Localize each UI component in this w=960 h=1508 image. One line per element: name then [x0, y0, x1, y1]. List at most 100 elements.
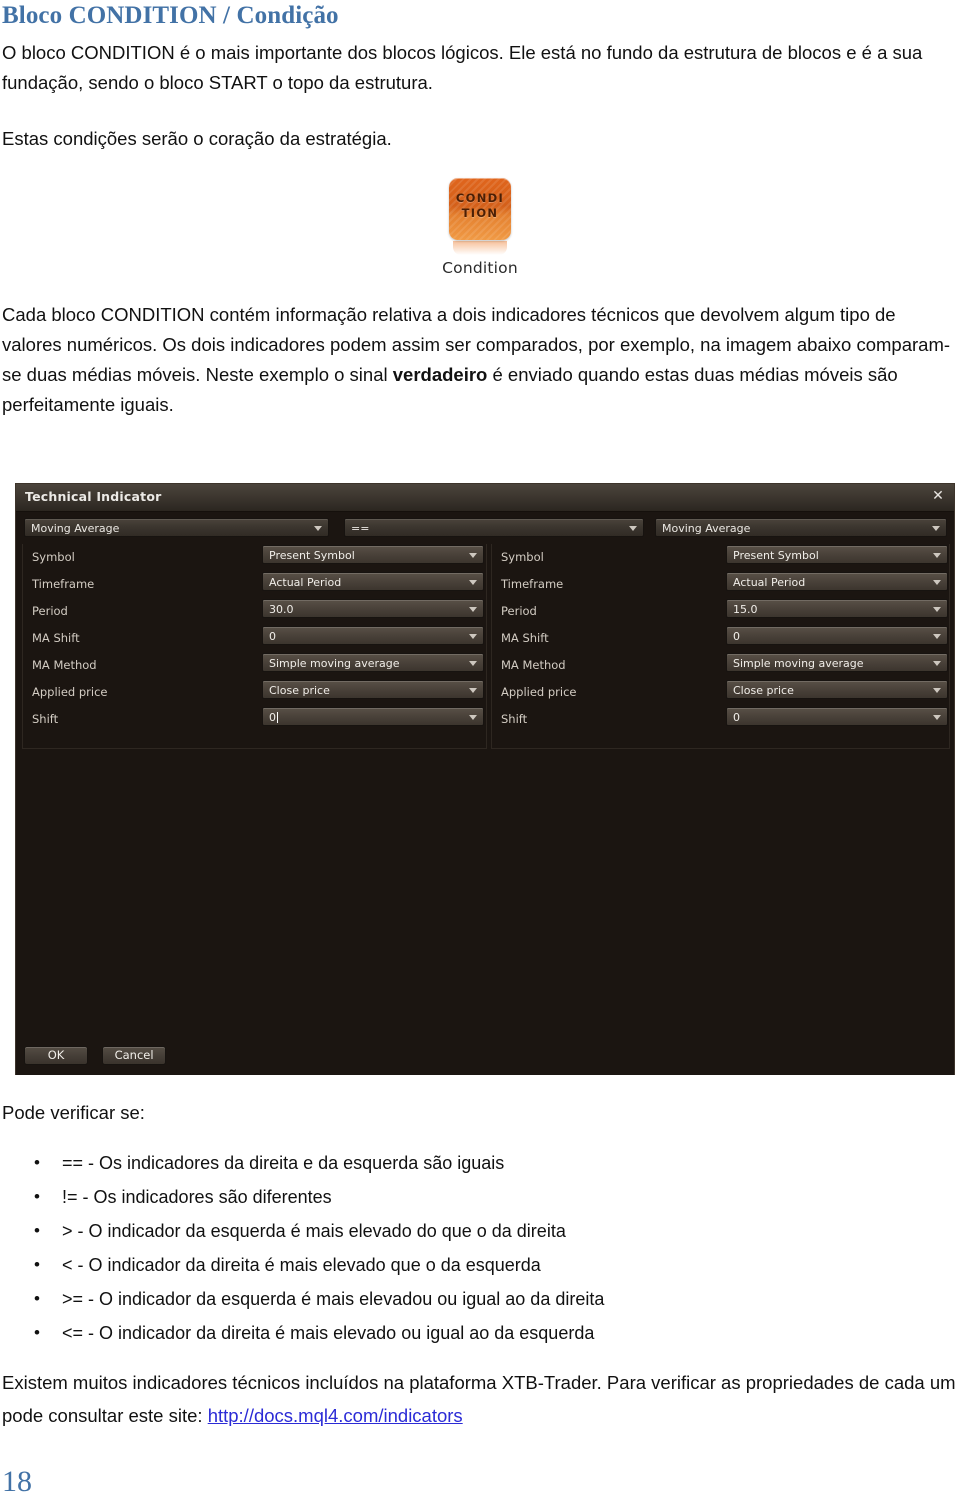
left-timeframe-value: Actual Period	[269, 576, 342, 589]
param-label-shift: Shift	[32, 712, 59, 726]
right-ma-shift-value: 0	[733, 630, 740, 643]
right-symbol-value: Present Symbol	[733, 549, 819, 562]
text-cursor	[277, 712, 278, 723]
operators-list: == - Os indicadores da direita e da esqu…	[0, 1146, 960, 1350]
param-label-shift: Shift	[501, 712, 528, 726]
param-label-timeframe: Timeframe	[32, 577, 95, 591]
param-label-ma-method: MA Method	[501, 658, 566, 672]
left-shift-input[interactable]: 0	[262, 707, 484, 726]
explanation-bold-word: verdadeiro	[392, 364, 488, 385]
param-label-symbol: Symbol	[32, 550, 75, 564]
list-item: > - O indicador da esquerda é mais eleva…	[34, 1214, 960, 1248]
right-indicator-value: Moving Average	[662, 522, 751, 535]
param-row: Timeframe Actual Period	[24, 571, 486, 598]
left-timeframe-select[interactable]: Actual Period	[262, 572, 484, 591]
right-shift-value: 0	[733, 711, 740, 724]
closing-paragraph: Existem muitos indicadores técnicos incl…	[0, 1366, 960, 1432]
panel-divider	[486, 544, 487, 749]
left-indicator-parameters: Symbol Present Symbol Timeframe Actual P…	[24, 544, 486, 749]
param-row: MA Shift 0	[24, 625, 486, 652]
param-label-applied-price: Applied price	[501, 685, 577, 699]
cancel-button[interactable]: Cancel	[102, 1046, 167, 1065]
param-label-period: Period	[32, 604, 68, 618]
page-number: 18	[2, 1465, 32, 1498]
list-item: != - Os indicadores são diferentes	[34, 1180, 960, 1214]
param-label-symbol: Symbol	[501, 550, 544, 564]
intro-paragraph: O bloco CONDITION é o mais importante do…	[2, 42, 923, 93]
chevron-down-icon	[932, 526, 940, 531]
dialog-titlebar: Technical Indicator ✕	[16, 484, 954, 512]
chevron-down-icon	[469, 607, 477, 612]
param-row: Shift 0	[24, 706, 486, 733]
right-ma-method-value: Simple moving average	[733, 657, 864, 670]
condition-block-figure: CONDI TION Condition	[0, 178, 960, 278]
param-label-period: Period	[501, 604, 537, 618]
left-shift-value: 0	[269, 711, 278, 724]
right-ma-method-select[interactable]: Simple moving average	[726, 653, 948, 672]
condition-icon-caption: Condition	[442, 259, 518, 277]
page-title: Bloco CONDITION / Condição	[2, 2, 339, 29]
left-indicator-select[interactable]: Moving Average	[24, 518, 329, 537]
param-row: Timeframe Actual Period	[493, 571, 948, 598]
param-label-ma-method: MA Method	[32, 658, 97, 672]
right-applied-price-select[interactable]: Close price	[726, 680, 948, 699]
right-period-value: 15.0	[733, 603, 758, 616]
right-period-select[interactable]: 15.0	[726, 599, 948, 618]
param-label-timeframe: Timeframe	[501, 577, 564, 591]
chevron-down-icon	[629, 526, 637, 531]
document-content: Bloco CONDITION / Condição O bloco CONDI…	[0, 0, 960, 420]
mql4-docs-link[interactable]: http://docs.mql4.com/indicators	[208, 1405, 463, 1426]
left-ma-method-value: Simple moving average	[269, 657, 400, 670]
list-item: >= - O indicador da esquerda é mais elev…	[34, 1282, 960, 1316]
param-row: Applied price Close price	[493, 679, 948, 706]
left-ma-method-select[interactable]: Simple moving average	[262, 653, 484, 672]
param-row: Period 30.0	[24, 598, 486, 625]
left-symbol-select[interactable]: Present Symbol	[262, 545, 484, 564]
condition-icon-line-1: CONDI	[455, 191, 505, 205]
param-row: Applied price Close price	[24, 679, 486, 706]
left-symbol-value: Present Symbol	[269, 549, 355, 562]
list-item: == - Os indicadores da direita e da esqu…	[34, 1146, 960, 1180]
list-item: <= - O indicador da direita é mais eleva…	[34, 1316, 960, 1350]
right-indicator-select[interactable]: Moving Average	[655, 518, 947, 537]
chevron-down-icon	[469, 580, 477, 585]
param-label-ma-shift: MA Shift	[501, 631, 549, 645]
chevron-down-icon	[469, 661, 477, 666]
left-indicator-value: Moving Average	[31, 522, 120, 535]
chevron-down-icon	[933, 580, 941, 585]
close-icon[interactable]: ✕	[930, 488, 946, 504]
chevron-down-icon	[469, 634, 477, 639]
chevron-down-icon	[933, 553, 941, 558]
panel-divider	[22, 544, 23, 749]
chevron-down-icon	[933, 715, 941, 720]
right-shift-select[interactable]: 0	[726, 707, 948, 726]
operators-section: Pode verificar se: == - Os indicadores d…	[0, 1098, 960, 1432]
chevron-down-icon	[469, 688, 477, 693]
panel-divider	[949, 544, 950, 749]
param-label-ma-shift: MA Shift	[32, 631, 80, 645]
operators-lead-line: Pode verificar se:	[2, 1102, 145, 1123]
param-row: Period 15.0	[493, 598, 948, 625]
left-period-value: 30.0	[269, 603, 294, 616]
right-ma-shift-select[interactable]: 0	[726, 626, 948, 645]
chevron-down-icon	[314, 526, 322, 531]
right-timeframe-select[interactable]: Actual Period	[726, 572, 948, 591]
dialog-buttons: OK Cancel	[24, 1044, 175, 1065]
param-row: MA Method Simple moving average	[24, 652, 486, 679]
right-symbol-select[interactable]: Present Symbol	[726, 545, 948, 564]
explanation-paragraph: Cada bloco CONDITION contém informação r…	[0, 300, 960, 420]
left-applied-price-value: Close price	[269, 684, 330, 697]
condition-icon-wrap: CONDI TION Condition	[432, 178, 528, 277]
left-applied-price-select[interactable]: Close price	[262, 680, 484, 699]
panel-divider	[491, 544, 492, 749]
chevron-down-icon	[933, 661, 941, 666]
condition-icon-text: CONDI TION	[449, 191, 511, 221]
condition-icon-line-2: TION	[461, 206, 499, 220]
left-period-select[interactable]: 30.0	[262, 599, 484, 618]
left-ma-shift-select[interactable]: 0	[262, 626, 484, 645]
ok-button[interactable]: OK	[24, 1046, 88, 1065]
chevron-down-icon	[469, 715, 477, 720]
closing-text: Existem muitos indicadores técnicos incl…	[2, 1372, 956, 1426]
operator-select[interactable]: ==	[344, 518, 644, 537]
chevron-down-icon	[933, 607, 941, 612]
